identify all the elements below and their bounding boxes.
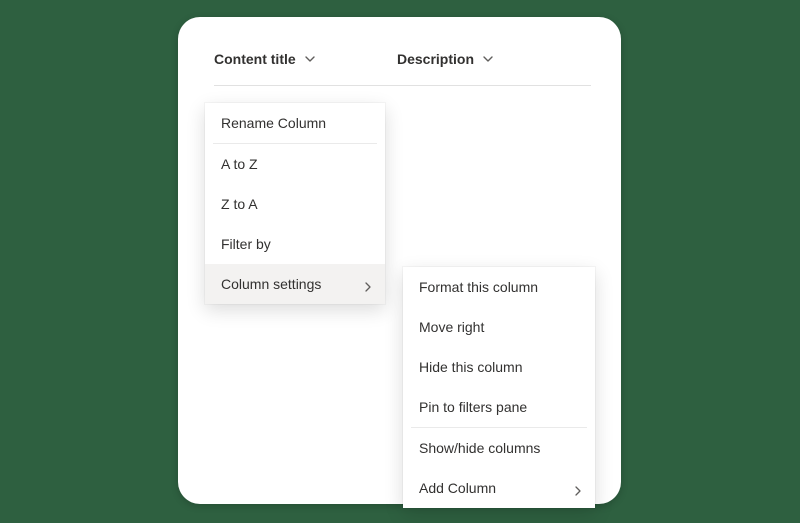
chevron-down-icon — [304, 53, 316, 65]
submenu-item-label: Format this column — [419, 279, 538, 295]
menu-item-label: Rename Column — [221, 115, 326, 131]
header-separator — [214, 85, 591, 86]
submenu-item-label: Move right — [419, 319, 484, 335]
submenu-item-format-this-column[interactable]: Format this column — [403, 267, 595, 307]
chevron-right-icon — [363, 279, 373, 289]
submenu-item-label: Pin to filters pane — [419, 399, 527, 415]
submenu-item-label: Add Column — [419, 480, 496, 496]
submenu-item-move-right[interactable]: Move right — [403, 307, 595, 347]
submenu-item-add-column[interactable]: Add Column — [403, 468, 595, 508]
menu-item-sort-z-to-a[interactable]: Z to A — [205, 184, 385, 224]
column-context-menu: Rename Column A to Z Z to A Filter by Co… — [205, 103, 385, 304]
submenu-item-pin-to-filters-pane[interactable]: Pin to filters pane — [403, 387, 595, 427]
menu-item-filter-by[interactable]: Filter by — [205, 224, 385, 264]
column-header-label: Content title — [214, 51, 296, 67]
menu-item-label: A to Z — [221, 156, 258, 172]
column-header-label: Description — [397, 51, 474, 67]
menu-item-rename-column[interactable]: Rename Column — [205, 103, 385, 143]
chevron-right-icon — [573, 483, 583, 493]
column-settings-submenu: Format this column Move right Hide this … — [403, 267, 595, 508]
menu-item-sort-a-to-z[interactable]: A to Z — [205, 144, 385, 184]
submenu-item-label: Show/hide columns — [419, 440, 540, 456]
menu-item-label: Column settings — [221, 276, 321, 292]
column-header-content-title[interactable]: Content title — [214, 51, 316, 67]
submenu-item-label: Hide this column — [419, 359, 523, 375]
menu-item-column-settings[interactable]: Column settings — [205, 264, 385, 304]
column-header-description[interactable]: Description — [397, 51, 494, 67]
content-panel: Content title Description Rename Column … — [178, 17, 621, 504]
chevron-down-icon — [482, 53, 494, 65]
submenu-item-hide-this-column[interactable]: Hide this column — [403, 347, 595, 387]
column-headers: Content title Description — [214, 51, 591, 81]
menu-item-label: Z to A — [221, 196, 258, 212]
menu-item-label: Filter by — [221, 236, 271, 252]
submenu-item-show-hide-columns[interactable]: Show/hide columns — [403, 428, 595, 468]
